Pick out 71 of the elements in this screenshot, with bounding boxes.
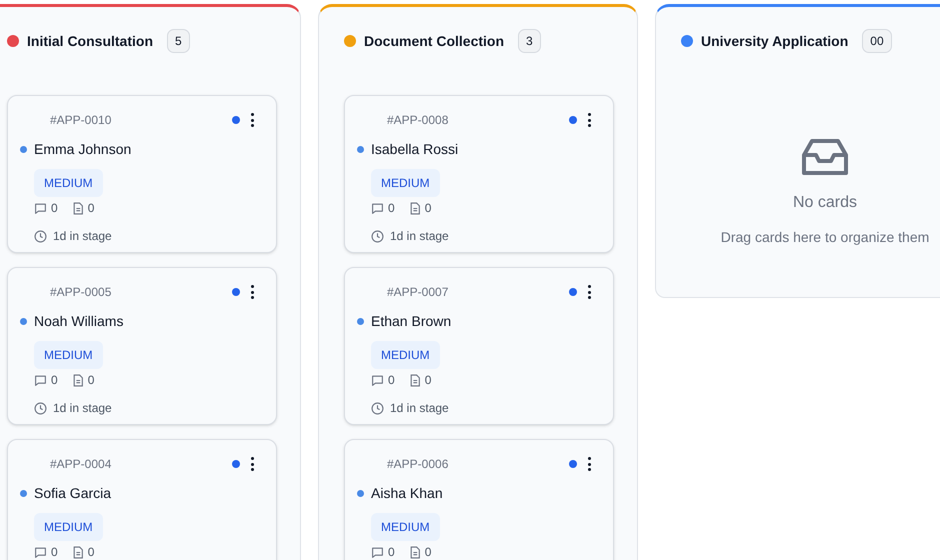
application-card[interactable]: #APP-0010 Emma Johnson MEDIUM 0 0 1d in stage [7,95,277,253]
applicant-name: Isabella Rossi [371,140,458,159]
card-id: #APP-0008 [387,112,450,129]
priority-badge: MEDIUM [34,513,103,541]
comment-count: 0 [388,372,395,389]
document-icon [408,202,421,214]
empty-message: Drag cards here to organize them [720,228,930,247]
priority-badge: MEDIUM [371,513,440,541]
card-id: #APP-0004 [50,456,112,473]
more-icon[interactable] [587,457,591,471]
count-badge: 3 [518,29,541,53]
priority-badge: MEDIUM [34,341,103,369]
applicant-name: Aisha Khan [371,484,443,503]
comment-count: 0 [388,544,395,560]
card-id: #APP-0010 [50,112,112,129]
comment-icon [371,374,384,386]
comment-icon [371,202,384,214]
application-card[interactable]: #APP-0008 Isabella Rossi MEDIUM 0 0 1d in stage [344,95,614,253]
time-in-stage: 1d in stage [53,228,112,245]
clock-icon [34,402,47,414]
more-icon[interactable] [250,285,254,299]
application-card[interactable]: #APP-0007 Ethan Brown MEDIUM 0 0 1d in stage [344,267,614,425]
applicant-name: Emma Johnson [34,140,132,159]
priority-badge: MEDIUM [371,169,440,197]
comment-count: 0 [51,200,58,217]
document-icon [72,374,84,386]
time-in-stage: 1d in stage [53,400,112,417]
applicant-name: Sofia Garcia [34,484,112,503]
more-icon[interactable] [587,285,591,299]
document-count: 0 [424,372,432,389]
comment-icon [34,546,47,558]
document-icon [408,546,421,558]
document-icon [72,202,84,214]
clock-icon [34,230,47,242]
comment-icon [371,546,384,558]
clock-icon [371,230,384,242]
inbox-icon [802,139,848,177]
comment-icon [34,202,47,214]
count-badge: 00 [862,29,892,53]
document-icon [408,374,421,386]
priority-badge: MEDIUM [371,341,440,369]
card-id: #APP-0005 [50,284,112,301]
document-count: 0 [424,544,432,560]
application-card[interactable]: #APP-0005 Noah Williams MEDIUM 0 0 1d in stage [7,267,277,425]
time-in-stage: 1d in stage [390,400,449,417]
document-count: 0 [88,544,94,560]
document-count: 0 [88,372,94,389]
priority-badge: MEDIUM [34,169,103,197]
count-badge: 5 [167,29,190,53]
more-icon[interactable] [587,113,591,127]
more-icon[interactable] [250,457,254,471]
document-icon [72,546,84,558]
comment-count: 0 [388,200,395,217]
column-title: Initial Consultation [27,32,153,50]
card-id: #APP-0007 [387,284,450,301]
application-card[interactable]: #APP-0006 Aisha Khan MEDIUM 0 0 [344,439,614,560]
column-title: University Application [701,32,848,51]
more-icon[interactable] [250,113,254,127]
column-title: Document Collection [364,32,504,50]
comment-icon [34,374,47,386]
empty-title: No cards [792,193,858,213]
comment-count: 0 [51,372,58,389]
comment-count: 0 [51,544,58,560]
time-in-stage: 1d in stage [390,228,449,245]
document-count: 0 [88,200,94,217]
card-id: #APP-0006 [387,456,450,473]
applicant-name: Ethan Brown [371,312,452,331]
clock-icon [371,402,384,414]
application-card[interactable]: #APP-0004 Sofia Garcia MEDIUM 0 0 [7,439,277,560]
document-count: 0 [424,200,432,217]
applicant-name: Noah Williams [34,312,124,331]
